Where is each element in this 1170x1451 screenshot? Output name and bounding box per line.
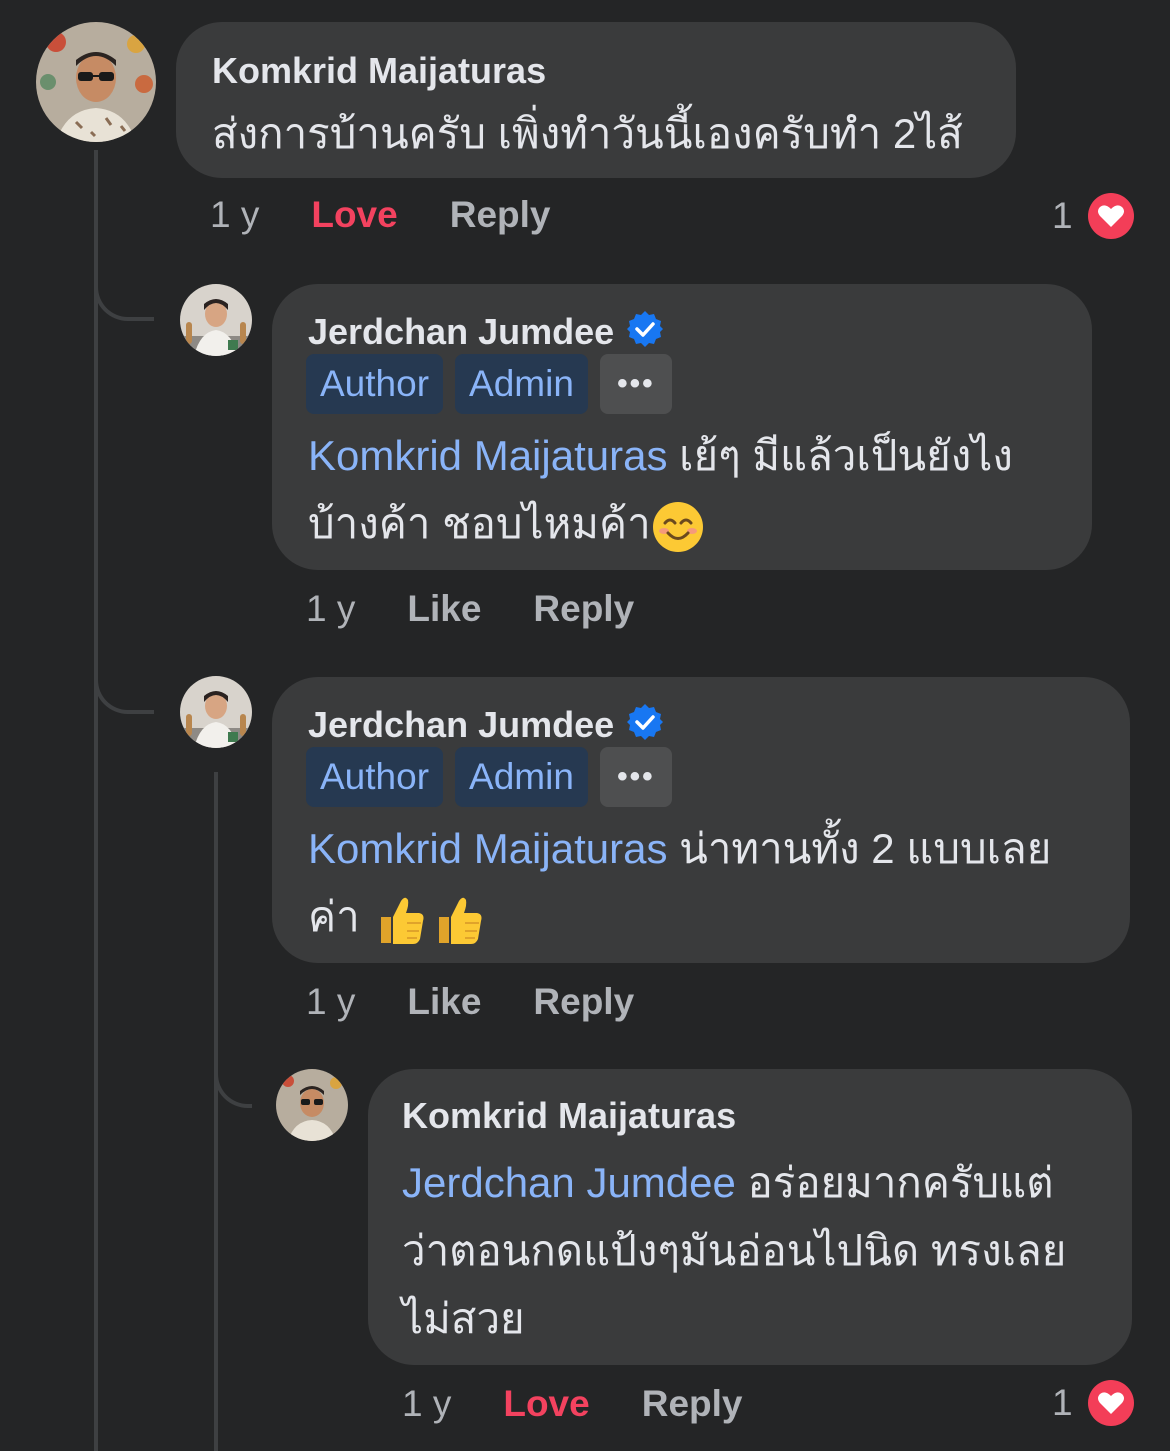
verified-badge-icon [626,703,664,741]
comment-author[interactable]: Jerdchan Jumdee [308,310,664,353]
mention-link[interactable]: Komkrid Maijaturas [308,432,667,479]
comment-text: Komkrid Maijaturas เย้ๆ มีแล้วเป็นยังไง … [308,422,1078,558]
more-badges-button[interactable]: ••• [599,747,672,807]
reaction-summary[interactable]: 1 [1052,1379,1135,1427]
comment-text: ส่งการบ้านครับ เพิ่งทำวันนี้เองครับทำ 2ไ… [212,110,963,157]
comment-text-line: บ้างค้า ชอบไหมค้า [308,500,651,547]
avatar[interactable] [180,676,252,748]
comment-timestamp[interactable]: 1 y [306,981,355,1023]
mention-link[interactable]: Jerdchan Jumdee [402,1159,736,1206]
reply-button[interactable]: Reply [450,194,551,236]
comment-bubble: Jerdchan Jumdee Author Admin ••• Komkrid… [272,677,1130,963]
love-button[interactable]: Love [503,1383,589,1425]
comment-author[interactable]: Komkrid Maijaturas [402,1095,736,1137]
verified-badge-icon [626,310,664,348]
like-button[interactable]: Like [407,981,481,1023]
heart-reaction-icon [1087,192,1135,240]
comment-text-line: เย้ๆ มีแล้วเป็นยังไง [667,432,1013,479]
thread-line-main [94,150,98,1451]
comment-actions: 1 y Love Reply [402,1383,794,1425]
author-badge[interactable]: Author [306,354,444,414]
thread-line-nested [214,772,218,1451]
admin-badge[interactable]: Admin [455,747,588,807]
comment-text-line: น่าทานทั้ง 2 แบบเลย [667,825,1052,872]
comment-timestamp[interactable]: 1 y [210,194,259,236]
comment-timestamp[interactable]: 1 y [306,588,355,630]
heart-reaction-icon [1087,1379,1135,1427]
reply-button[interactable]: Reply [642,1383,743,1425]
comment-actions: 1 y Love Reply [210,194,602,236]
reaction-count: 1 [1052,195,1073,236]
comment-author[interactable]: Komkrid Maijaturas [212,50,546,92]
comment-bubble: Komkrid Maijaturas ส่งการบ้านครับ เพิ่งท… [176,22,1016,178]
role-badges: Author Admin ••• [306,354,672,414]
mention-link[interactable]: Komkrid Maijaturas [308,825,667,872]
author-badge[interactable]: Author [306,747,444,807]
more-badges-button[interactable]: ••• [599,354,672,414]
love-button[interactable]: Love [311,194,397,236]
comment-bubble: Jerdchan Jumdee Author Admin ••• Komkrid… [272,284,1092,570]
comment-text: Komkrid Maijaturas น่าทานทั้ง 2 แบบเลย ค… [308,815,1118,951]
reaction-summary[interactable]: 1 [1052,192,1135,240]
thread-elbow-reply-1 [94,255,154,321]
comment-timestamp[interactable]: 1 y [402,1383,451,1425]
reply-button[interactable]: Reply [533,981,634,1023]
avatar[interactable] [180,284,252,356]
comment-text-line: ค่า [308,893,372,940]
reaction-count: 1 [1052,1382,1073,1423]
comment-text: Jerdchan Jumdee อร่อยมากครับแต่ ว่าตอนกด… [402,1149,1122,1353]
like-button[interactable]: Like [407,588,481,630]
thread-elbow-reply-3 [214,1040,252,1108]
comment-text-line: ว่าตอนกดแป้งๆมันอ่อนไปนิด ทรงเลย [402,1227,1067,1274]
comment-bubble: Komkrid Maijaturas Jerdchan Jumdee อร่อย… [368,1069,1132,1365]
reply-button[interactable]: Reply [533,588,634,630]
thread-elbow-reply-2 [94,648,154,714]
comment-author[interactable]: Jerdchan Jumdee [308,703,664,746]
thumbs-up-emoji [429,891,487,949]
comment-actions: 1 y Like Reply [306,588,686,630]
role-badges: Author Admin ••• [306,747,672,807]
comment-text-line: อร่อยมากครับแต่ [735,1159,1054,1206]
avatar[interactable] [36,22,156,142]
comment-actions: 1 y Like Reply [306,981,686,1023]
admin-badge[interactable]: Admin [455,354,588,414]
thumbs-up-emoji [371,891,429,949]
comment-author-name[interactable]: Jerdchan Jumdee [308,704,614,745]
smiling-face-emoji [651,500,705,554]
comment-author-name[interactable]: Jerdchan Jumdee [308,311,614,352]
comment-text-line: ไม่สวย [402,1295,525,1342]
avatar[interactable] [276,1069,348,1141]
